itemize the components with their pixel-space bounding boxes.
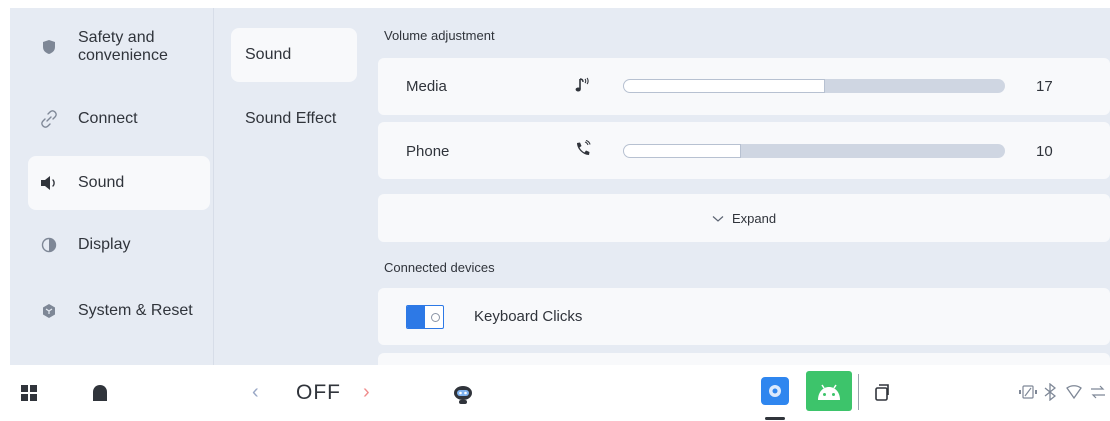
keyboard-clicks-card: Keyboard Clicks [378, 288, 1110, 345]
phone-ring-icon [574, 139, 592, 158]
link-icon [40, 110, 58, 128]
media-volume-slider[interactable] [623, 79, 1005, 93]
nav-label-display: Display [78, 236, 131, 253]
recent-apps-icon[interactable] [874, 383, 890, 401]
phone-volume-card: Phone 10 [378, 122, 1110, 179]
toggle-knob [431, 313, 440, 322]
hexagon-icon [40, 302, 58, 320]
nav-label-sound: Sound [78, 174, 125, 191]
nav-item-system[interactable]: System & Reset [28, 284, 210, 338]
nav-item-display[interactable]: Display [28, 218, 210, 272]
wifi-icon [1066, 385, 1082, 399]
settings-screen: Safety and convenience Connect Sound Dis… [10, 8, 1110, 365]
phone-volume-slider[interactable] [623, 144, 1005, 158]
robot-assistant-icon[interactable] [451, 382, 475, 406]
connected-section-label: Connected devices [384, 260, 495, 275]
media-note-icon [574, 76, 592, 94]
signal-status-icon [1019, 385, 1037, 399]
phone-volume-fill [623, 144, 741, 158]
android-app-icon[interactable] [806, 371, 852, 411]
nav-item-connect[interactable]: Connect [28, 92, 210, 146]
mode-prev-icon[interactable]: ‹ [252, 381, 259, 404]
mode-label: OFF [296, 381, 341, 404]
nav-label-system: System & Reset [78, 302, 193, 319]
subnav-item-sound-effect[interactable]: Sound Effect [231, 92, 357, 146]
keyboard-clicks-label: Keyboard Clicks [474, 308, 583, 325]
expand-label: Expand [731, 210, 777, 226]
nav-label-connect: Connect [78, 110, 138, 127]
settings-app-icon[interactable] [761, 377, 789, 405]
subnav-item-sound[interactable]: Sound [231, 28, 357, 82]
next-card-peek [378, 353, 1110, 365]
mode-next-icon[interactable]: › [363, 381, 370, 404]
speaker-icon [40, 174, 58, 192]
nav-label-safety: Safety and convenience [78, 29, 168, 64]
data-transfer-icon [1090, 385, 1106, 399]
nav-divider [213, 8, 214, 365]
nav-item-sound[interactable]: Sound [28, 156, 210, 210]
volume-section-label: Volume adjustment [384, 28, 495, 43]
shield-icon [40, 38, 58, 56]
toggle-fill [407, 306, 425, 328]
active-app-indicator [765, 417, 785, 420]
settings-nav: Safety and convenience Connect Sound Dis… [10, 8, 210, 365]
taskbar: ‹ OFF › [0, 365, 1110, 421]
expand-card[interactable]: Expand [378, 194, 1110, 242]
taskbar-separator [858, 374, 859, 410]
display-icon [40, 236, 58, 254]
phone-label: Phone [406, 143, 450, 160]
app-grid-icon[interactable] [21, 385, 37, 401]
keyboard-clicks-toggle[interactable] [406, 305, 444, 329]
home-icon[interactable] [92, 384, 108, 402]
phone-volume-value: 10 [1036, 143, 1053, 160]
media-label: Media [406, 78, 447, 95]
chevron-down-icon [712, 211, 724, 226]
media-volume-value: 17 [1036, 78, 1053, 95]
media-volume-card: Media 17 [378, 58, 1110, 115]
nav-item-safety[interactable]: Safety and convenience [28, 20, 210, 74]
bluetooth-icon [1044, 383, 1056, 401]
media-volume-fill [623, 79, 825, 93]
